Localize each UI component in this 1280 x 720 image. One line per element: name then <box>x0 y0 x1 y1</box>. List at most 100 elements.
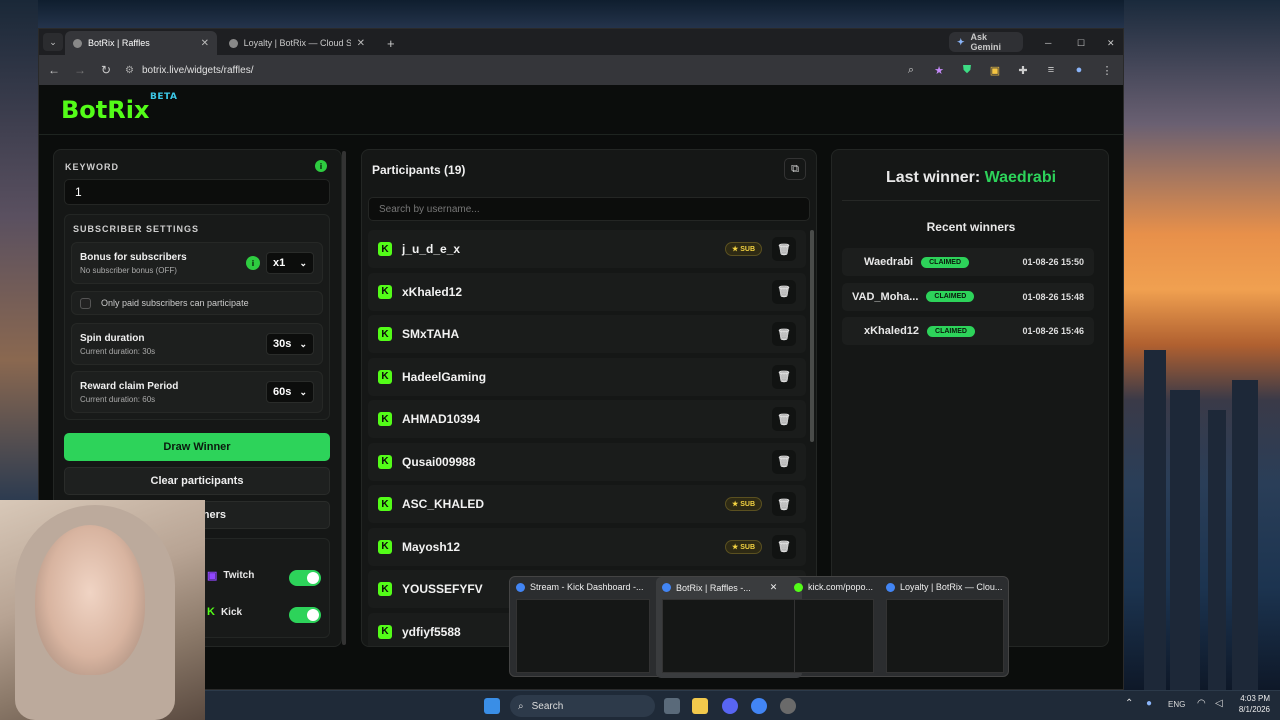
start-icon[interactable] <box>484 698 500 714</box>
paid-only-checkbox[interactable] <box>80 297 91 309</box>
participant-name: SMxTAHA <box>402 327 460 341</box>
kick-icon: K <box>378 582 392 596</box>
chrome-icon <box>662 583 671 592</box>
forward-arrow-icon[interactable]: → <box>73 63 87 77</box>
preview-kick-popout[interactable]: kick.com/popo... <box>788 577 878 678</box>
discord-icon[interactable] <box>722 698 738 714</box>
twitch-platform-row: ▣ Twitch <box>207 569 254 582</box>
close-icon[interactable]: ✕ <box>770 582 778 593</box>
settings-scrollbar[interactable] <box>342 151 346 645</box>
copy-icon: ⧉ <box>791 162 799 175</box>
tray-chevron-icon[interactable]: ⌃ <box>1125 698 1133 709</box>
paid-only-row[interactable]: Only paid subscribers can participate <box>71 291 323 315</box>
bonus-select[interactable]: x1 ⌄ <box>266 252 314 274</box>
chrome-icon[interactable] <box>751 698 767 714</box>
trash-icon[interactable]: 🗑 <box>772 322 796 346</box>
participant-row: K ASC_KHALED ★ SUB 🗑 <box>368 485 806 523</box>
tab-search-button[interactable]: ⌄ <box>43 33 63 51</box>
botrix-logo[interactable]: BotRix BETA <box>61 92 177 124</box>
back-arrow-icon[interactable]: ← <box>47 63 61 77</box>
trash-icon[interactable]: 🗑 <box>772 449 796 474</box>
trash-icon[interactable]: 🗑 <box>772 364 796 389</box>
copy-participants-button[interactable]: ⧉ <box>784 158 806 180</box>
tab-botrix-raffles[interactable]: BotRix | Raffles ✕ <box>65 31 217 55</box>
tab-title: BotRix | Raffles <box>88 38 150 48</box>
trash-icon[interactable]: 🗑 <box>772 279 796 304</box>
participants-scrollbar[interactable] <box>810 230 814 442</box>
recent-winners-title: Recent winners <box>926 220 1016 234</box>
bonus-value: x1 <box>273 257 286 269</box>
kick-icon: K <box>378 242 392 256</box>
kick-icon: K <box>378 624 392 639</box>
kick-toggle[interactable] <box>289 607 321 623</box>
volume-icon[interactable]: ◁ <box>1215 698 1223 709</box>
new-tab-button[interactable]: + <box>379 31 403 55</box>
participant-search-input[interactable]: Search by username... <box>368 197 810 221</box>
skyline-building <box>1208 410 1226 690</box>
twitch-toggle[interactable] <box>289 570 321 586</box>
clock[interactable]: 4:03 PM 8/1/2026 <box>1232 693 1270 715</box>
close-window-button[interactable]: ✕ <box>1099 31 1121 55</box>
file-explorer-icon[interactable] <box>692 698 708 714</box>
participants-panel: Participants (19) ⧉ Search by username..… <box>361 149 817 647</box>
kick-icon: K <box>378 284 392 299</box>
steam-icon[interactable] <box>780 698 796 714</box>
taskbar-search-label: Search <box>531 700 564 712</box>
sub-label: SUB <box>740 501 755 508</box>
chevron-down-icon: ⌄ <box>299 338 307 349</box>
preview-botrix-loyalty[interactable]: Loyalty | BotRix — Clou... <box>880 577 1008 678</box>
claimed-badge: CLAIMED <box>921 256 969 268</box>
search-icon: ⌕ <box>518 700 524 712</box>
preview-image <box>662 599 796 673</box>
url-field[interactable]: ⚙ botrix.live/widgets/raffles/ <box>125 65 891 76</box>
minimize-button[interactable]: ─ <box>1037 31 1059 55</box>
wifi-icon[interactable]: ◠ <box>1197 698 1206 709</box>
close-tab-icon[interactable]: ✕ <box>357 38 365 49</box>
bonus-info-icon[interactable]: i <box>246 256 260 270</box>
profile-avatar-icon[interactable]: ● <box>1071 64 1087 76</box>
trash-icon[interactable]: 🗑 <box>772 237 796 261</box>
ask-gemini-button[interactable]: ✦ Ask Gemini <box>949 32 1023 52</box>
reward-claim-row: Reward claim Period Current duration: 60… <box>71 371 323 413</box>
maximize-button[interactable]: ☐ <box>1069 31 1091 55</box>
spin-duration-select[interactable]: 30s ⌄ <box>266 333 314 355</box>
url-text: botrix.live/widgets/raffles/ <box>141 64 254 76</box>
taskbar-search-box[interactable]: ⌕ Search <box>510 695 655 717</box>
reload-icon[interactable]: ↻ <box>99 63 113 77</box>
microphone-icon[interactable]: ● <box>1146 698 1152 709</box>
browser-menu-icon[interactable]: ⋮ <box>1099 64 1115 77</box>
last-winner-heading: Last winner: Waedrabi <box>832 169 1110 187</box>
paid-only-label: Only paid subscribers can participate <box>101 298 249 308</box>
keyword-info-icon[interactable]: i <box>315 160 327 172</box>
site-info-icon[interactable]: ⚙ <box>125 65 134 76</box>
bookmark-star-icon[interactable]: ★ <box>931 64 947 77</box>
tab-botrix-loyalty[interactable]: Loyalty | BotRix — Cloud Stream ✕ <box>221 31 373 55</box>
preview-kick-dashboard[interactable]: Stream - Kick Dashboard -... <box>510 577 656 678</box>
preview-image <box>886 599 1004 673</box>
trash-icon[interactable]: 🗑 <box>772 407 796 431</box>
task-view-icon[interactable] <box>664 698 680 714</box>
tab-title: Loyalty | BotRix — Cloud Stream <box>243 38 351 48</box>
zoom-icon[interactable]: ⌕ <box>903 64 919 77</box>
clear-participants-button[interactable]: Clear participants <box>64 467 330 495</box>
extensions-puzzle-icon[interactable]: ✚ <box>1015 64 1031 77</box>
winner-date: 01-08-26 15:50 <box>1022 257 1084 267</box>
participant-row: K Qusai009988 🗑 <box>368 442 806 481</box>
close-tab-icon[interactable]: ✕ <box>201 38 209 49</box>
shield-extension-icon[interactable]: ⛊ <box>959 64 975 77</box>
preview-image <box>516 599 650 673</box>
reward-claim-select[interactable]: 60s ⌄ <box>266 381 314 403</box>
draw-winner-button[interactable]: Draw Winner <box>64 433 330 461</box>
language-indicator[interactable]: ENG <box>1168 700 1185 709</box>
spin-duration-row: Spin duration Current duration: 30s 30s ⌄ <box>71 323 323 365</box>
trash-icon[interactable]: 🗑 <box>772 534 796 559</box>
preview-botrix-raffles[interactable]: BotRix | Raffles -... ✕ <box>656 577 802 678</box>
participant-name: YOUSSEFYFV <box>402 582 483 596</box>
star-icon: ★ <box>731 543 741 551</box>
kick-icon: K <box>378 539 392 554</box>
wallet-extension-icon[interactable]: ▣ <box>987 64 1003 77</box>
site-header: BotRix BETA <box>39 85 1123 135</box>
keyword-input[interactable]: 1 <box>64 179 330 205</box>
media-control-icon[interactable]: ≡ <box>1043 64 1059 76</box>
trash-icon[interactable]: 🗑 <box>772 492 796 516</box>
